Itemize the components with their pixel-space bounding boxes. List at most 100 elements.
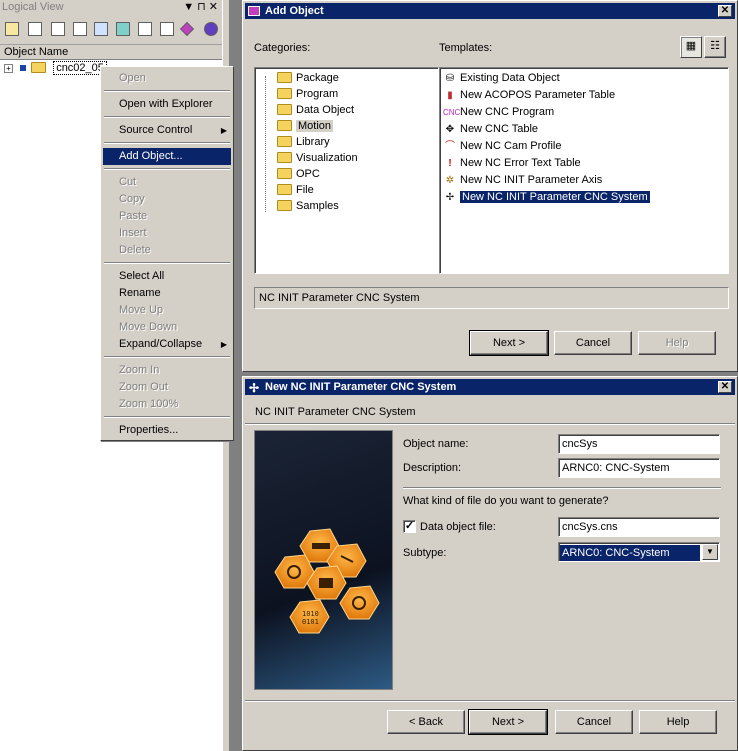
large-icons-view-icon[interactable]: ▦ bbox=[680, 36, 702, 58]
menu-item-select-all[interactable]: Select All bbox=[103, 268, 231, 285]
folder-icon bbox=[277, 199, 292, 211]
menu-item-move-down[interactable]: Move Down bbox=[103, 319, 231, 336]
next-button[interactable]: Next > bbox=[468, 709, 548, 735]
tree-item-label[interactable]: cnc02_05 bbox=[53, 61, 107, 75]
cancel-button[interactable]: Cancel bbox=[554, 331, 632, 355]
add-object-titlebar: Add Object ✕ bbox=[245, 3, 735, 19]
diamond-icon[interactable] bbox=[179, 21, 195, 37]
data-file-checkbox[interactable]: ✓ bbox=[403, 520, 416, 533]
menu-item-cut[interactable]: Cut bbox=[103, 174, 231, 191]
menu-item-rename[interactable]: Rename bbox=[103, 285, 231, 302]
subtype-select[interactable]: ARNC0: CNC-System ▼ bbox=[558, 542, 720, 562]
database-icon: ⛁ bbox=[445, 73, 455, 84]
category-item[interactable]: Library bbox=[277, 134, 330, 150]
svg-text:1010: 1010 bbox=[302, 610, 319, 618]
menu-separator bbox=[104, 416, 230, 418]
cnc-icon: CNC bbox=[443, 108, 461, 117]
delete-icon[interactable] bbox=[28, 22, 42, 36]
category-item-selected[interactable]: Motion bbox=[277, 118, 334, 134]
menu-separator bbox=[104, 90, 230, 92]
menu-item-add-object[interactable]: Add Object... bbox=[103, 148, 231, 165]
menu-item-insert[interactable]: Insert bbox=[103, 225, 231, 242]
divider bbox=[245, 700, 735, 702]
data-file-field[interactable]: cncSys.cns bbox=[558, 517, 720, 537]
category-item[interactable]: OPC bbox=[277, 166, 320, 182]
close-icon[interactable]: ✕ bbox=[718, 5, 732, 17]
add-object-icon bbox=[248, 6, 260, 16]
wizard-dialog: ✢ New NC INIT Parameter CNC System ✕ NC … bbox=[242, 376, 738, 751]
data-file-label: Data object file: bbox=[420, 521, 496, 533]
object-name-field[interactable]: cncSys bbox=[558, 434, 720, 454]
category-item[interactable]: File bbox=[277, 182, 314, 198]
wizard-image: 1010 0101 bbox=[254, 430, 393, 690]
menu-item-delete[interactable]: Delete bbox=[103, 242, 231, 259]
menu-item-zoom-out[interactable]: Zoom Out bbox=[103, 379, 231, 396]
text-icon[interactable] bbox=[51, 22, 65, 36]
gear-icon[interactable] bbox=[204, 22, 218, 36]
menu-separator bbox=[104, 142, 230, 144]
column-header[interactable]: Object Name bbox=[0, 45, 222, 60]
edit-icon[interactable] bbox=[116, 22, 130, 36]
menu-item-move-up[interactable]: Move Up bbox=[103, 302, 231, 319]
template-item[interactable]: ✥ New CNC Table bbox=[443, 121, 538, 137]
template-item[interactable]: ✲ New NC INIT Parameter Axis bbox=[443, 172, 602, 188]
properties-icon[interactable] bbox=[138, 22, 152, 36]
templates-label: Templates: bbox=[439, 42, 493, 54]
category-item[interactable]: Program bbox=[277, 86, 338, 102]
help-button[interactable]: Help bbox=[638, 331, 716, 355]
menu-item-properties[interactable]: Properties... bbox=[103, 422, 231, 439]
folder-icon bbox=[277, 103, 292, 115]
menu-item-source-control[interactable]: Source Control ▶ bbox=[103, 122, 231, 139]
template-item[interactable]: CNCNew CNC Program bbox=[443, 104, 554, 120]
folder-icon bbox=[277, 119, 292, 131]
subtype-value: ARNC0: CNC-System bbox=[560, 545, 700, 561]
folder-icon bbox=[277, 87, 292, 99]
template-item-selected[interactable]: ✢ New NC INIT Parameter CNC System bbox=[443, 189, 650, 205]
logical-view-toolbar bbox=[0, 15, 222, 45]
cancel-button[interactable]: Cancel bbox=[555, 710, 633, 734]
add-object-dialog: Add Object ✕ Categories: Templates: ▦ ☷ … bbox=[242, 0, 738, 372]
close-icon[interactable]: ✕ bbox=[718, 381, 732, 393]
wizard-titlebar: ✢ New NC INIT Parameter CNC System ✕ bbox=[245, 379, 735, 395]
category-item[interactable]: Visualization bbox=[277, 150, 358, 166]
new-object-icon[interactable] bbox=[5, 22, 19, 36]
menu-item-expand-collapse[interactable]: Expand/Collapse ▶ bbox=[103, 336, 231, 353]
divider bbox=[403, 487, 721, 489]
submenu-arrow-icon: ▶ bbox=[220, 340, 227, 349]
lock-icon bbox=[20, 65, 27, 72]
category-item[interactable]: Samples bbox=[277, 198, 339, 214]
menu-item-label: Expand/Collapse bbox=[119, 338, 203, 350]
template-item[interactable]: ⛁ Existing Data Object bbox=[443, 70, 560, 86]
open-icon[interactable] bbox=[160, 22, 174, 36]
menu-item-copy[interactable]: Copy bbox=[103, 191, 231, 208]
hexagon-graphic: 1010 0101 bbox=[274, 528, 380, 634]
chevron-down-icon[interactable]: ▼ bbox=[702, 544, 718, 560]
cnc-system-icon: ✢ bbox=[249, 381, 260, 395]
menu-item-zoom-100[interactable]: Zoom 100% bbox=[103, 396, 231, 413]
pane-controls-icon[interactable]: ▼ ⊓ ✕ bbox=[183, 0, 218, 15]
logical-view-titlebar: Logical View ▼ ⊓ ✕ bbox=[0, 0, 222, 15]
menu-item-open-with-explorer[interactable]: Open with Explorer bbox=[103, 96, 231, 113]
back-button[interactable]: < Back bbox=[387, 710, 465, 734]
description-label: Description: bbox=[403, 462, 462, 474]
list-view-icon[interactable]: ☷ bbox=[704, 36, 726, 58]
menu-item-zoom-in[interactable]: Zoom In bbox=[103, 362, 231, 379]
template-item[interactable]: ▮ New ACOPOS Parameter Table bbox=[443, 87, 615, 103]
next-button[interactable]: Next > bbox=[469, 330, 549, 356]
description-field[interactable]: ARNC0: CNC-System bbox=[558, 458, 720, 478]
menu-item-paste[interactable]: Paste bbox=[103, 208, 231, 225]
context-menu: Open Open with Explorer Source Control ▶ … bbox=[100, 66, 234, 441]
page-icon[interactable] bbox=[94, 22, 108, 36]
menu-item-open[interactable]: Open bbox=[103, 70, 231, 87]
expand-icon[interactable]: + bbox=[4, 63, 13, 73]
menu-separator bbox=[104, 262, 230, 264]
logical-view-title: Logical View bbox=[2, 1, 64, 13]
submenu-arrow-icon: ▶ bbox=[220, 126, 227, 135]
help-button[interactable]: Help bbox=[639, 710, 717, 734]
template-item[interactable]: ⌒ New NC Cam Profile bbox=[443, 138, 561, 154]
help-icon[interactable] bbox=[73, 22, 87, 36]
template-item[interactable]: ! New NC Error Text Table bbox=[443, 155, 580, 171]
category-item[interactable]: Package bbox=[277, 70, 339, 86]
menu-separator bbox=[104, 168, 230, 170]
category-item[interactable]: Data Object bbox=[277, 102, 354, 118]
